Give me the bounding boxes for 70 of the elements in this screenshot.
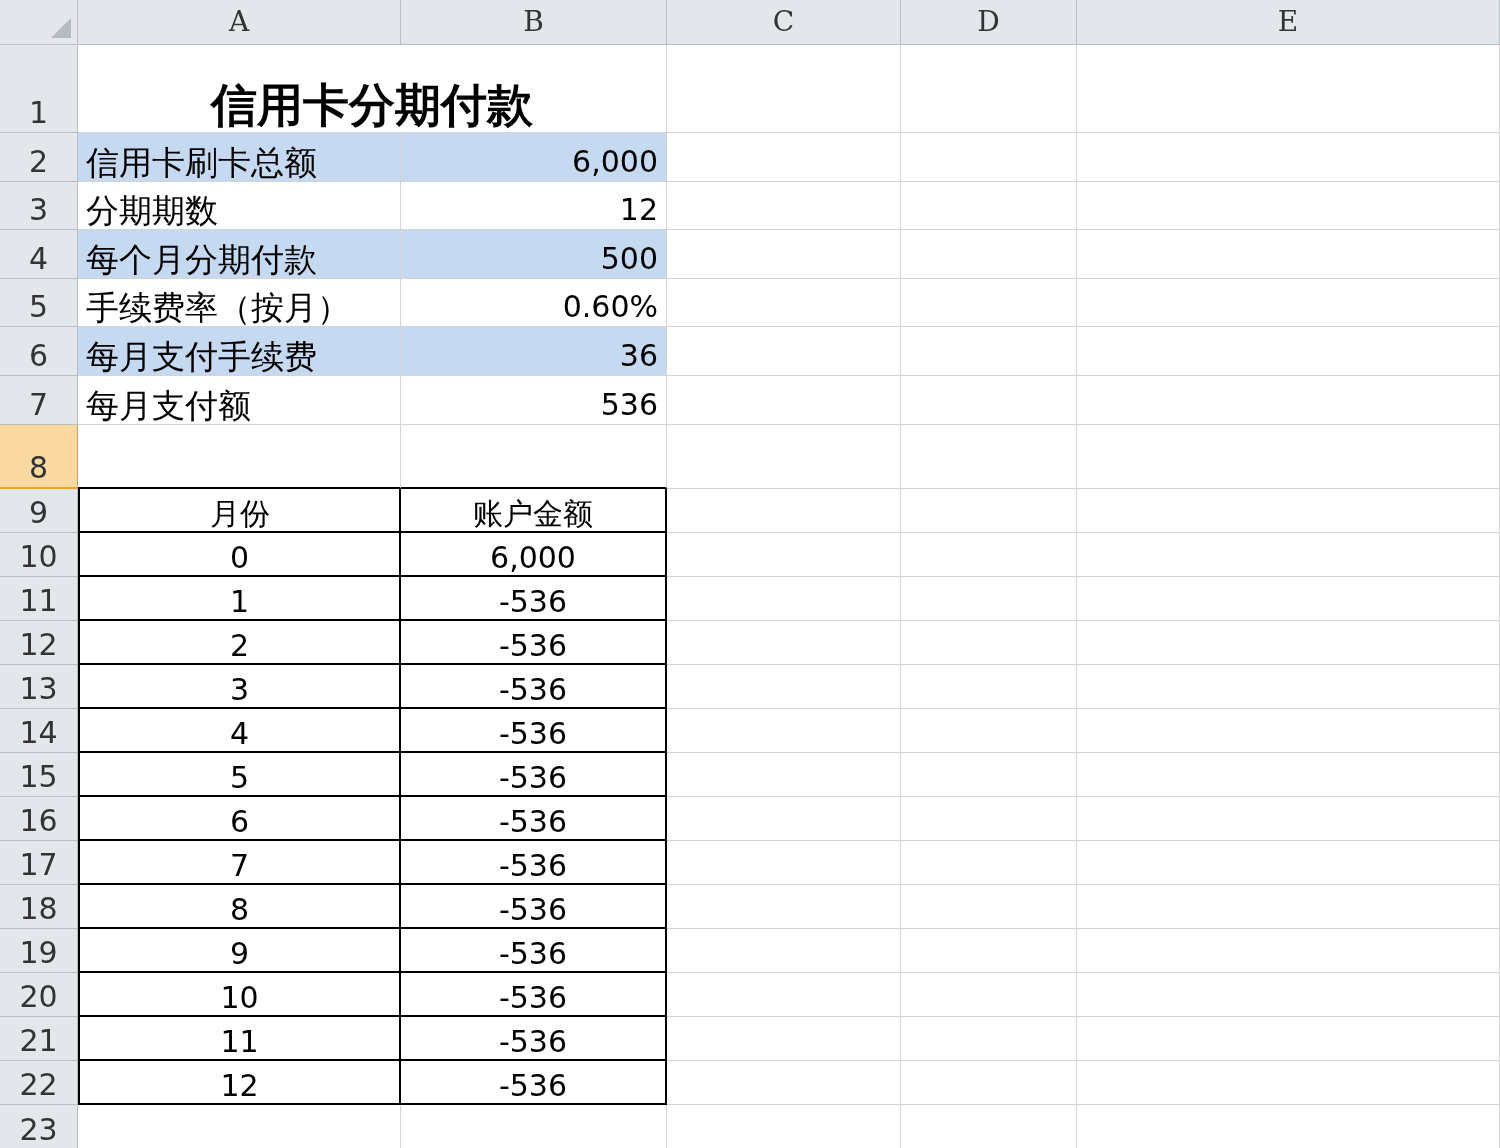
row-header[interactable]: 17 bbox=[0, 841, 78, 885]
label-cell: 信用卡刷卡总额 bbox=[78, 133, 401, 182]
table-cell: -536 bbox=[401, 753, 667, 797]
row-header[interactable]: 8 bbox=[0, 425, 78, 489]
row-header[interactable]: 3 bbox=[0, 182, 78, 230]
column-header[interactable]: D bbox=[901, 0, 1077, 45]
sheet-title: 信用卡分期付款 bbox=[211, 82, 533, 128]
table-cell: 11 bbox=[78, 1017, 401, 1061]
row-header[interactable]: 10 bbox=[0, 533, 78, 577]
label-cell: 分期期数 bbox=[78, 182, 401, 230]
row-header[interactable]: 5 bbox=[0, 279, 78, 327]
table-cell: 12 bbox=[78, 1061, 401, 1105]
table-cell: -536 bbox=[401, 621, 667, 665]
table-cell: 0 bbox=[78, 533, 401, 577]
row-header[interactable]: 2 bbox=[0, 133, 78, 182]
row-header[interactable]: 14 bbox=[0, 709, 78, 753]
table-cell: 3 bbox=[78, 665, 401, 709]
select-all-icon[interactable] bbox=[51, 18, 71, 38]
row-header[interactable]: 7 bbox=[0, 376, 78, 425]
table-cell: -536 bbox=[401, 709, 667, 753]
row-header[interactable]: 20 bbox=[0, 973, 78, 1017]
value-cell: 12 bbox=[401, 182, 667, 230]
label-cell: 每月支付手续费 bbox=[78, 327, 401, 376]
value-cell: 36 bbox=[401, 327, 667, 376]
table-cell: -536 bbox=[401, 929, 667, 973]
table-cell: 1 bbox=[78, 577, 401, 621]
table-cell: -536 bbox=[401, 1017, 667, 1061]
table-cell: -536 bbox=[401, 841, 667, 885]
column-header[interactable]: C bbox=[667, 0, 901, 45]
column-heading: 账户金额 bbox=[401, 489, 667, 533]
row-header[interactable]: 15 bbox=[0, 753, 78, 797]
table-cell: 6,000 bbox=[401, 533, 667, 577]
value-cell: 0.60% bbox=[401, 279, 667, 327]
table-cell: 9 bbox=[78, 929, 401, 973]
row-header[interactable]: 1 bbox=[0, 45, 78, 133]
row-header[interactable]: 18 bbox=[0, 885, 78, 929]
label-cell: 手续费率（按月） bbox=[78, 279, 401, 327]
column-heading: 月份 bbox=[78, 489, 401, 533]
value-cell: 500 bbox=[401, 230, 667, 279]
row-header[interactable]: 11 bbox=[0, 577, 78, 621]
row-header[interactable]: 6 bbox=[0, 327, 78, 376]
table-cell: -536 bbox=[401, 797, 667, 841]
label-cell: 每个月分期付款 bbox=[78, 230, 401, 279]
table-cell: 7 bbox=[78, 841, 401, 885]
row-header[interactable]: 16 bbox=[0, 797, 78, 841]
row-header[interactable]: 21 bbox=[0, 1017, 78, 1061]
row-header[interactable]: 12 bbox=[0, 621, 78, 665]
column-header[interactable]: B bbox=[401, 0, 667, 45]
table-cell: 10 bbox=[78, 973, 401, 1017]
table-cell: -536 bbox=[401, 885, 667, 929]
column-header[interactable]: A bbox=[78, 0, 401, 45]
column-header[interactable]: E bbox=[1077, 0, 1500, 45]
table-cell: 5 bbox=[78, 753, 401, 797]
table-cell: 2 bbox=[78, 621, 401, 665]
value-cell: 6,000 bbox=[401, 133, 667, 182]
row-header[interactable]: 19 bbox=[0, 929, 78, 973]
row-header[interactable]: 22 bbox=[0, 1061, 78, 1105]
table-cell: 8 bbox=[78, 885, 401, 929]
table-cell: -536 bbox=[401, 665, 667, 709]
table-cell: -536 bbox=[401, 973, 667, 1017]
label-cell: 每月支付额 bbox=[78, 376, 401, 425]
row-header[interactable]: 23 bbox=[0, 1105, 78, 1148]
row-header[interactable]: 13 bbox=[0, 665, 78, 709]
row-header[interactable]: 9 bbox=[0, 489, 78, 533]
value-cell: 536 bbox=[401, 376, 667, 425]
table-cell: 6 bbox=[78, 797, 401, 841]
table-cell: -536 bbox=[401, 577, 667, 621]
row-header[interactable]: 4 bbox=[0, 230, 78, 279]
table-cell: -536 bbox=[401, 1061, 667, 1105]
table-cell: 4 bbox=[78, 709, 401, 753]
